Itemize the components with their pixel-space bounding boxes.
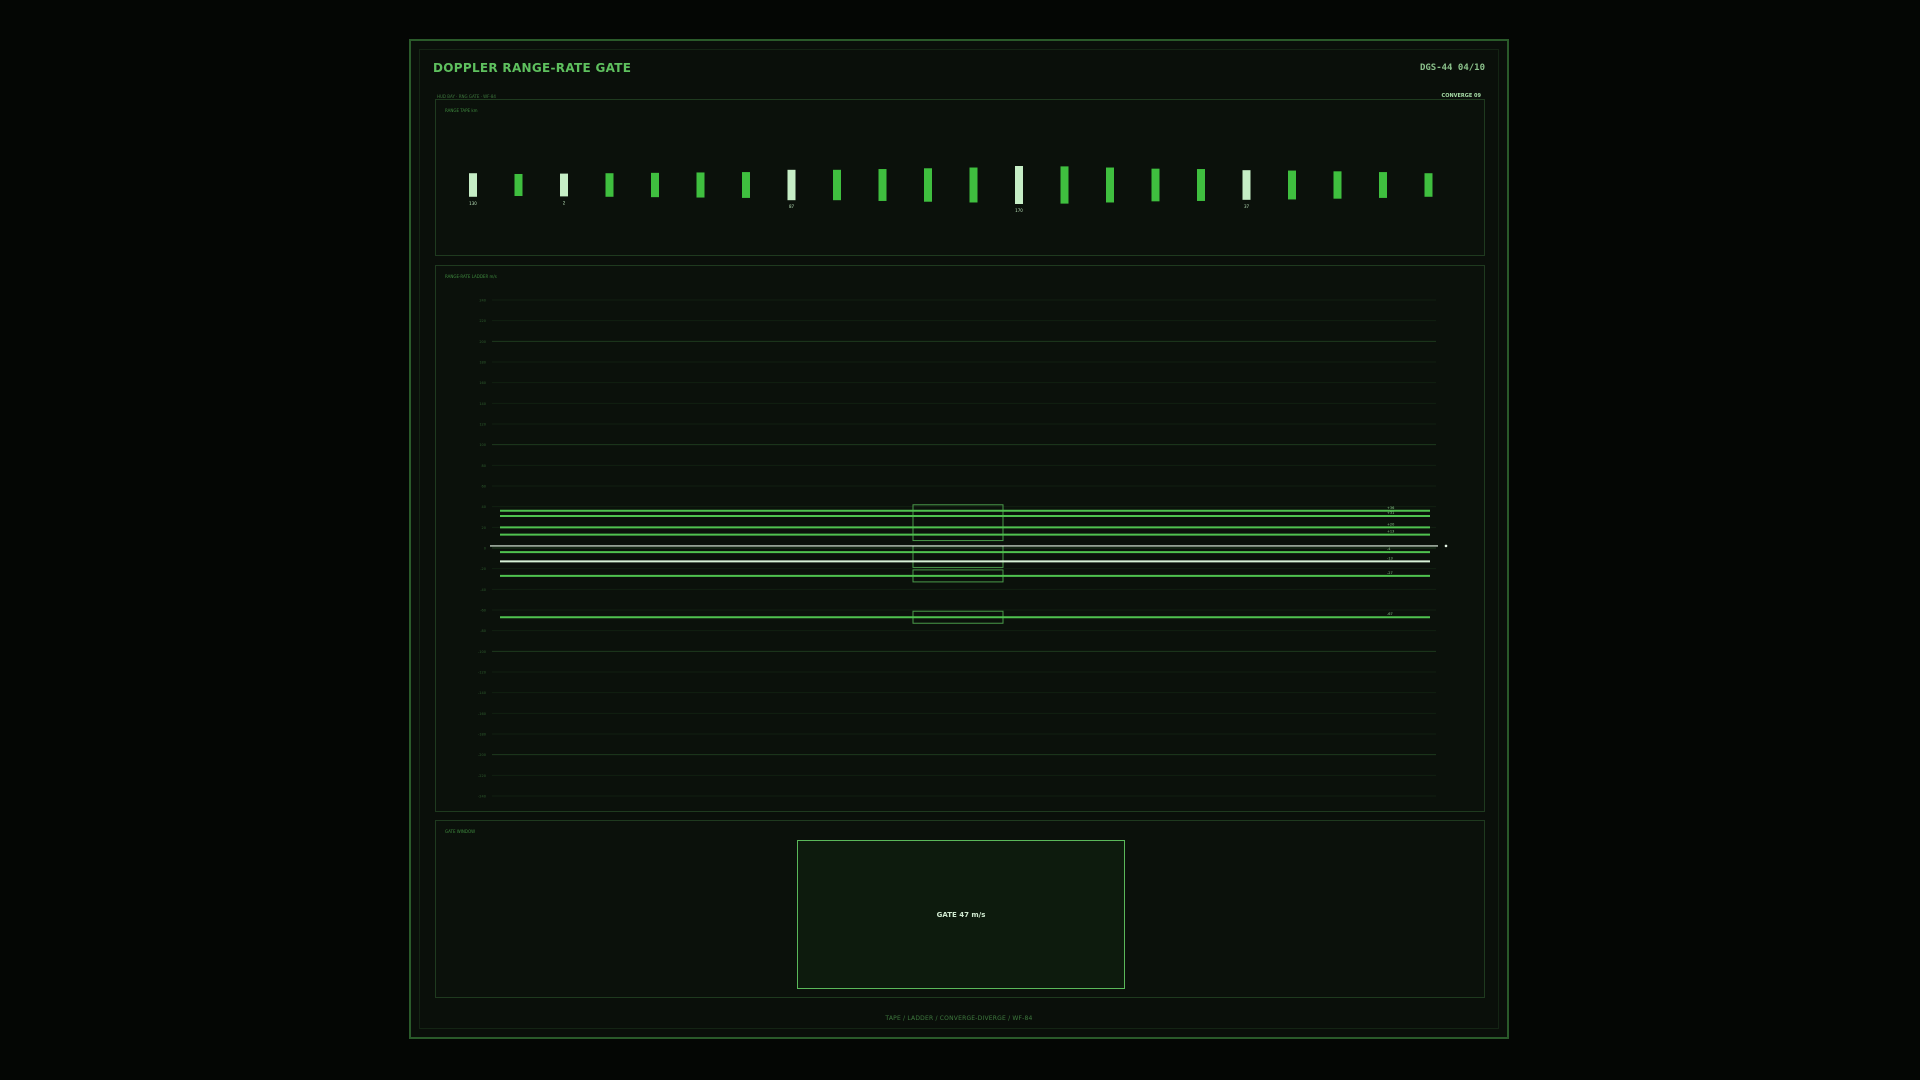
ladder-tick-label: 240	[479, 299, 486, 303]
ladder-tick-label: 160	[479, 381, 486, 385]
gate-window-panel: GATE WINDOW GATE 47 m/s	[435, 820, 1485, 998]
range-tape-bar	[696, 172, 705, 198]
range-tape-chart: 130 2 87 170 37	[469, 166, 1433, 213]
ladder-tick-label: -60	[480, 609, 486, 613]
range-tape-bar-label: 170	[1015, 208, 1023, 213]
ladder-tick-label: 220	[479, 319, 486, 323]
range-tape-bar	[1242, 170, 1251, 200]
page-title: DOPPLER RANGE-RATE GATE	[433, 61, 632, 75]
ladder-tick-label: 100	[479, 443, 486, 447]
ladder-tick-label: -240	[478, 795, 486, 799]
range-tape-bar-label: 37	[1244, 204, 1250, 209]
range-tape-bar	[1288, 170, 1296, 200]
ladder-tick-label: -40	[480, 588, 486, 592]
range-tape-bar-label: 87	[789, 204, 795, 209]
ladder-tick-label: -140	[478, 691, 486, 695]
range-tape-panel: RANGE TAPE km 130 2 87 170 37	[435, 99, 1485, 256]
range-tape-bar	[1333, 171, 1342, 199]
reference-marker-icon	[1444, 544, 1448, 548]
range-tape-bar-label: 2	[563, 200, 566, 205]
range-rate-line-label: +13	[1387, 530, 1394, 534]
range-tape-bar	[514, 173, 523, 197]
ladder-tick-label: 200	[479, 340, 486, 344]
range-rate-line-label: -13	[1387, 556, 1393, 560]
range-rate-line-label: +36	[1387, 506, 1394, 510]
range-rate-line-label: -27	[1387, 571, 1393, 575]
range-rate-line-label: +31	[1387, 511, 1394, 515]
range-tape-bar	[878, 169, 887, 201]
range-tape-bar-label: 130	[469, 201, 477, 206]
range-tape-bar	[560, 173, 568, 197]
ladder-tick-label: 80	[482, 464, 486, 468]
range-tape-bar	[605, 173, 614, 197]
ladder-tick-label: 20	[482, 526, 486, 530]
gate-bracket	[912, 545, 1004, 568]
range-rate-ladder-panel: RANGE-RATE LADDER m/s 240 220 200 180 160 140…	[435, 265, 1485, 812]
range-tape-bar	[969, 167, 978, 203]
gate-window-label: GATE WINDOW	[445, 829, 476, 834]
range-tape-bar	[742, 172, 750, 198]
ladder-tick-label: -160	[478, 712, 486, 716]
ladder-tick-label: -220	[478, 774, 486, 778]
ladder-tick-label: -80	[480, 629, 486, 633]
gate-box: GATE 47 m/s	[797, 840, 1125, 989]
device-id: DGS-44 04/10	[1419, 63, 1485, 73]
range-tape-bar	[833, 169, 841, 201]
range-tape-bar	[924, 168, 932, 202]
range-tape-bar	[1424, 173, 1433, 197]
range-tape-bar	[1151, 168, 1160, 202]
range-rate-line-label: -67	[1387, 612, 1393, 616]
ladder-tick-label: -20	[480, 567, 486, 571]
range-tape-bar	[1015, 166, 1023, 204]
ladder-tick-label: -120	[478, 671, 486, 675]
range-tape-bar	[1197, 169, 1205, 201]
ladder-tick-label: -200	[478, 753, 486, 757]
ladder-tick-label: 0	[484, 547, 486, 551]
ladder-tick-label: 40	[482, 505, 486, 509]
ladder-tick-label: 120	[479, 423, 486, 427]
range-tape-bar	[1106, 167, 1114, 203]
main-frame: DOPPLER RANGE-RATE GATE DGS-44 04/10 HUD…	[409, 39, 1509, 1039]
range-tape-bar	[787, 169, 796, 201]
range-rate-ladder-chart: 240220200180160140120100806040200-20-40-…	[478, 299, 1448, 799]
gate-value: GATE 47 m/s	[936, 910, 986, 919]
ladder-tick-label: -100	[478, 650, 486, 654]
range-tape-bar	[651, 172, 659, 198]
ladder-tick-label: 180	[479, 361, 486, 365]
ladder-tick-label: 140	[479, 402, 486, 406]
ladder-tick-label: 60	[482, 485, 486, 489]
range-tape-bar	[1379, 172, 1387, 198]
range-tape-bar	[469, 173, 477, 197]
range-tape-bar	[1060, 166, 1069, 204]
range-rate-line-label: +20	[1387, 522, 1394, 526]
ladder-tick-label: -180	[478, 733, 486, 737]
footer-caption: TAPE / LADDER / CONVERGE-DIVERGE / WF-84	[885, 1015, 1033, 1022]
